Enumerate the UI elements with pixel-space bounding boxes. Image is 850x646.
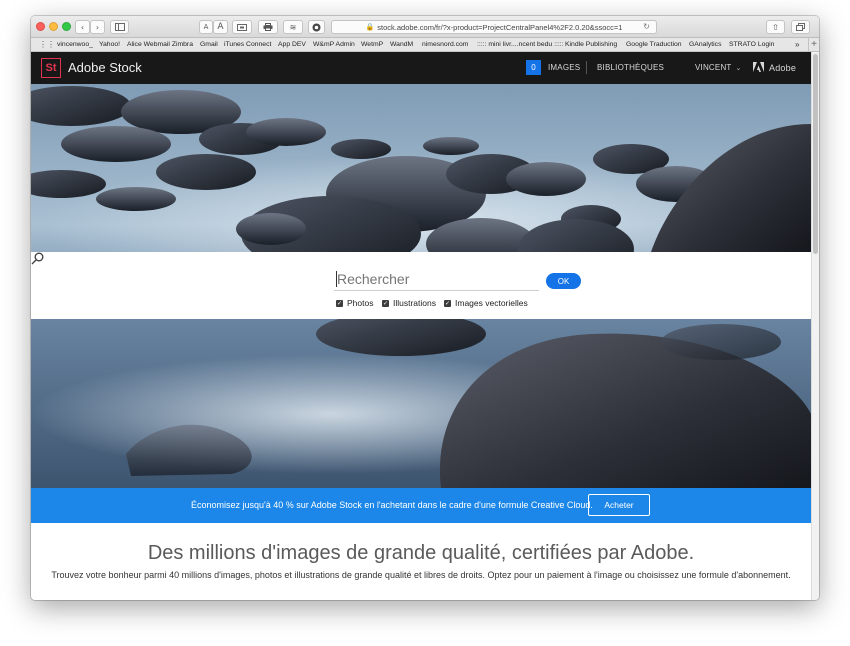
text-smaller-button[interactable]: A [199,20,213,34]
extension-button[interactable] [308,20,325,34]
page-headline: Des millions d'images de grande qualité,… [147,542,695,564]
screenshot-button[interactable] [232,20,252,34]
page-subline: Trouvez votre bonheur parmi 40 millions … [51,570,791,580]
bookmark[interactable]: Gmail [200,41,218,48]
browser-toolbar: ‹ › A A ≋ 🔒 stock.adobe.com/fr/?x-produc… [31,16,819,38]
user-menu[interactable]: VINCENT ⌄ [695,63,742,72]
adobe-logo-icon [753,62,764,72]
bookmark[interactable]: Alice Webmail Zimbra [127,41,193,48]
browser-window: ‹ › A A ≋ 🔒 stock.adobe.com/fr/?x-produc… [31,16,819,600]
filter-label: Images vectorielles [455,298,528,308]
rss-button[interactable]: ≋ [283,20,303,34]
new-tab-button[interactable]: + [808,38,819,52]
bookmark[interactable]: GAnalytics [689,41,721,48]
buy-button[interactable]: Acheter [588,494,650,516]
lock-icon: 🔒 [365,24,375,31]
adobe-brand-link[interactable]: Adobe [769,63,796,73]
small-a-label: A [203,23,209,31]
bookmark[interactable]: Yahoo! [99,41,120,48]
share-button[interactable]: ⇧ [766,20,785,34]
bookmark[interactable]: vincenwoo_ [57,41,93,48]
chevron-left-icon: ‹ [80,22,85,32]
address-bar-url: stock.adobe.com/fr/?x-product=ProjectCen… [377,22,623,32]
checkbox-checked-icon[interactable]: ✓ [444,299,451,307]
screen-icon [237,23,247,31]
bookmark[interactable]: iTunes Connect [224,41,271,48]
extension-icon [312,23,321,31]
bookmark[interactable]: WandM [390,41,413,48]
scrollbar-thumb[interactable] [813,54,818,254]
user-name: VINCENT [695,63,732,72]
promo-text: Économisez jusqu'à 40 % sur Adobe Stock … [191,500,593,510]
filter-illustrations[interactable]: ✓ Illustrations [382,298,436,308]
site-title[interactable]: Adobe Stock [68,60,142,75]
hero-banner: OK ✓ Photos ✓ Illustrations ✓ Images vec… [31,84,811,488]
search-input[interactable] [334,267,539,291]
bookmarks-overflow-button[interactable]: » [795,40,799,49]
back-button[interactable]: ‹ [75,20,90,34]
minimize-window-button[interactable] [49,22,58,31]
print-button[interactable] [258,20,278,34]
bookmark[interactable]: STRATO Login [729,41,774,48]
bookmarks-bar: ⋮⋮ vincenwoo_ Yahoo! Alice Webmail Zimbr… [31,38,819,52]
printer-icon [263,23,273,31]
zoom-window-button[interactable] [62,22,71,31]
nav-divider [586,61,587,74]
filter-photos[interactable]: ✓ Photos [336,298,373,308]
nav-libraries[interactable]: BIBLIOTHÈQUES [597,63,664,72]
checkbox-checked-icon[interactable]: ✓ [382,299,389,307]
show-tabs-button[interactable] [791,20,810,34]
text-bigger-button[interactable]: A [213,20,228,34]
bookmark[interactable]: nimesnord.com [422,41,468,48]
filter-vectors[interactable]: ✓ Images vectorielles [444,298,528,308]
nav-images[interactable]: IMAGES [548,63,580,72]
cart-count-badge[interactable]: 0 [526,60,541,75]
search-icon [31,252,44,265]
share-icon: ⇧ [772,22,779,32]
chevron-down-icon: ⌄ [735,65,742,72]
large-a-label: A [217,22,224,32]
forward-button[interactable]: › [90,20,105,34]
sidebar-icon [114,23,125,31]
filter-label: Photos [347,298,374,308]
tabs-icon [796,23,805,31]
bookmark[interactable]: Kindle Publishing [565,41,617,48]
text-cursor [336,271,337,287]
sidebar-toggle-button[interactable] [110,20,129,34]
search-submit-button[interactable]: OK [546,273,581,289]
close-window-button[interactable] [36,22,45,31]
reload-icon[interactable]: ↻ [643,22,650,31]
grid-icon[interactable]: ⋮⋮ [39,41,55,49]
search-panel: OK ✓ Photos ✓ Illustrations ✓ Images vec… [31,252,811,319]
promo-banner: Économisez jusqu'à 40 % sur Adobe Stock … [31,488,811,523]
bookmark[interactable]: Google Traduction [626,41,682,48]
filter-label: Illustrations [393,298,436,308]
adobe-stock-logo[interactable]: St [41,58,61,78]
site-header: St Adobe Stock 0 IMAGES BIBLIOTHÈQUES VI… [31,52,811,84]
bookmark[interactable]: WetmP [361,41,383,48]
bookmark[interactable]: App DEV [278,41,306,48]
rss-icon: ≋ [289,22,297,32]
address-bar[interactable]: 🔒 stock.adobe.com/fr/?x-product=ProjectC… [331,20,657,34]
bookmark[interactable]: W&mP Admin [313,41,355,48]
checkbox-checked-icon[interactable]: ✓ [336,299,343,307]
chevron-right-icon: › [95,22,100,32]
bookmark[interactable]: ::::: mini livr....ncent bedu ::::: [477,41,564,48]
page-scrollbar[interactable] [811,52,819,600]
